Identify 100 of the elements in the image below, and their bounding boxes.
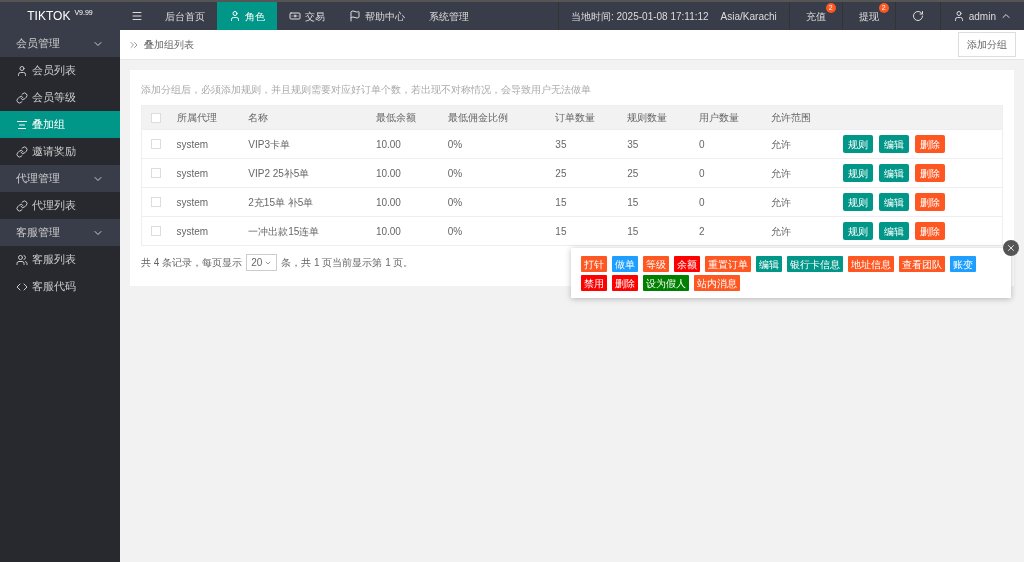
popup-action-button[interactable]: 查看团队 bbox=[899, 256, 945, 272]
column-header: 允许范围 bbox=[770, 112, 811, 123]
user-icon bbox=[16, 64, 28, 77]
table-cell: system bbox=[176, 196, 209, 208]
popup-action-button[interactable]: 编辑 bbox=[756, 256, 782, 272]
checkbox[interactable] bbox=[151, 168, 161, 178]
notice-text: 添加分组后，必须添加规则，并且规则需要对应好订单个数，若出现不对称情况，会导致用户无法做单 bbox=[141, 83, 592, 97]
table-cell: 15 bbox=[555, 196, 567, 208]
table-cell: 0% bbox=[447, 225, 463, 237]
link-icon bbox=[16, 199, 28, 212]
table-cell: 0% bbox=[447, 167, 463, 179]
row-action-button[interactable]: 编辑 bbox=[878, 222, 909, 240]
column-header: 所属代理 bbox=[176, 112, 217, 123]
page-size-select[interactable]: 20 bbox=[246, 254, 278, 271]
column-header: 最低佣金比例 bbox=[447, 112, 508, 123]
row-action-button[interactable]: 删除 bbox=[914, 164, 945, 182]
table-cell: 35 bbox=[627, 138, 639, 150]
checkbox[interactable] bbox=[151, 197, 161, 207]
sidebar-item[interactable]: 客服列表 bbox=[0, 246, 120, 273]
popup-action-button[interactable]: 账变 bbox=[950, 256, 976, 272]
menu-icon bbox=[130, 10, 143, 22]
column-header: 名称 bbox=[248, 112, 269, 123]
popup-action-button[interactable]: 站内消息 bbox=[694, 275, 740, 291]
popup-action-button[interactable]: 删除 bbox=[612, 275, 638, 291]
row-action-button[interactable]: 删除 bbox=[914, 222, 945, 240]
refresh-icon bbox=[911, 10, 924, 22]
user-icon bbox=[229, 10, 241, 22]
table-cell: 15 bbox=[627, 196, 639, 208]
table-cell: 2 bbox=[698, 225, 705, 237]
table-cell: 15 bbox=[627, 225, 639, 237]
row-action-button[interactable]: 编辑 bbox=[878, 193, 909, 211]
sidebar-group[interactable]: 会员管理 bbox=[0, 30, 120, 57]
table-cell: 0% bbox=[447, 196, 463, 208]
popup-action-button[interactable]: 打针 bbox=[581, 256, 607, 272]
nav-tab[interactable]: 交易 bbox=[277, 2, 337, 30]
sidebar-item[interactable]: 叠加组 bbox=[0, 111, 120, 138]
nav-tab[interactable]: 角色 bbox=[217, 2, 277, 30]
popup-action-button[interactable]: 银行卡信息 bbox=[787, 256, 843, 272]
table-cell: system bbox=[176, 225, 209, 237]
table-cell: 35 bbox=[555, 138, 567, 150]
users-icon bbox=[16, 253, 28, 266]
column-header: 订单数量 bbox=[555, 112, 596, 123]
column-header: 用户数量 bbox=[698, 112, 739, 123]
table-cell: 0 bbox=[698, 167, 705, 179]
table-cell: 10.00 bbox=[375, 225, 401, 237]
add-group-button[interactable]: 添加分组 bbox=[958, 32, 1016, 57]
popup-action-button[interactable]: 重置订单 bbox=[705, 256, 751, 272]
checkbox[interactable] bbox=[151, 139, 161, 149]
flag-icon bbox=[349, 10, 361, 22]
row-action-button[interactable]: 规则 bbox=[842, 193, 873, 211]
table-cell: 允许 bbox=[770, 225, 791, 237]
link-icon bbox=[16, 145, 28, 158]
table-cell: 2充15单 补5单 bbox=[248, 196, 314, 208]
row-action-button[interactable]: 规则 bbox=[842, 135, 873, 153]
table-cell: 10.00 bbox=[375, 138, 401, 150]
popup-action-button[interactable]: 余额 bbox=[674, 256, 700, 272]
sidebar-item[interactable]: 客服代码 bbox=[0, 273, 120, 300]
row-action-button[interactable]: 规则 bbox=[842, 222, 873, 240]
table-cell: 0 bbox=[698, 196, 705, 208]
sidebar-item[interactable]: 代理列表 bbox=[0, 192, 120, 219]
table-cell: 允许 bbox=[770, 138, 791, 150]
table-cell: system bbox=[176, 138, 209, 150]
table-cell: 15 bbox=[555, 225, 567, 237]
row-action-button[interactable]: 规则 bbox=[842, 164, 873, 182]
close-button[interactable] bbox=[1003, 240, 1019, 256]
table-cell: 允许 bbox=[770, 196, 791, 208]
nav-tab[interactable]: 帮助中心 bbox=[337, 2, 417, 30]
checkbox[interactable] bbox=[151, 112, 161, 123]
popup-action-button[interactable]: 等级 bbox=[643, 256, 669, 272]
table-cell: 25 bbox=[627, 167, 639, 179]
popup-action-button[interactable]: 地址信息 bbox=[848, 256, 894, 272]
table-cell: 10.00 bbox=[375, 196, 401, 208]
column-header: 最低余额 bbox=[375, 112, 416, 123]
table-cell: 0 bbox=[698, 138, 705, 150]
nav-tab[interactable]: 系统管理 bbox=[417, 2, 481, 30]
row-action-button[interactable]: 删除 bbox=[914, 135, 945, 153]
logo-text: TIKTOK bbox=[27, 8, 71, 25]
sidebar-group[interactable]: 代理管理 bbox=[0, 165, 120, 192]
timezone: Asia/Karachi bbox=[720, 9, 777, 24]
table-cell: 一冲出款15连单 bbox=[248, 225, 320, 237]
checkbox[interactable] bbox=[151, 226, 161, 236]
popup-action-button[interactable]: 禁用 bbox=[581, 275, 607, 291]
sidebar-item[interactable]: 会员列表 bbox=[0, 57, 120, 84]
popup-action-button[interactable]: 设为假人 bbox=[643, 275, 689, 291]
money-icon bbox=[289, 10, 301, 22]
sidebar-group[interactable]: 客服管理 bbox=[0, 219, 120, 246]
row-action-button[interactable]: 删除 bbox=[914, 193, 945, 211]
table-cell: VIP2 25补5单 bbox=[248, 167, 310, 179]
row-action-button[interactable]: 编辑 bbox=[878, 164, 909, 182]
pagination-text: 条，共 1 页当前显示第 1 页。 bbox=[281, 256, 414, 270]
sidebar-item[interactable]: 会员等级 bbox=[0, 84, 120, 111]
row-action-button[interactable]: 编辑 bbox=[878, 135, 909, 153]
table-cell: VIP3卡单 bbox=[248, 138, 290, 150]
sidebar-item[interactable]: 邀请奖励 bbox=[0, 138, 120, 165]
popup-action-button[interactable]: 做单 bbox=[612, 256, 638, 272]
user-icon bbox=[952, 10, 965, 22]
table-cell: 0% bbox=[447, 138, 463, 150]
nav-tab[interactable]: 后台首页 bbox=[153, 2, 217, 30]
close-icon bbox=[1006, 243, 1016, 253]
table-cell: 25 bbox=[555, 167, 567, 179]
